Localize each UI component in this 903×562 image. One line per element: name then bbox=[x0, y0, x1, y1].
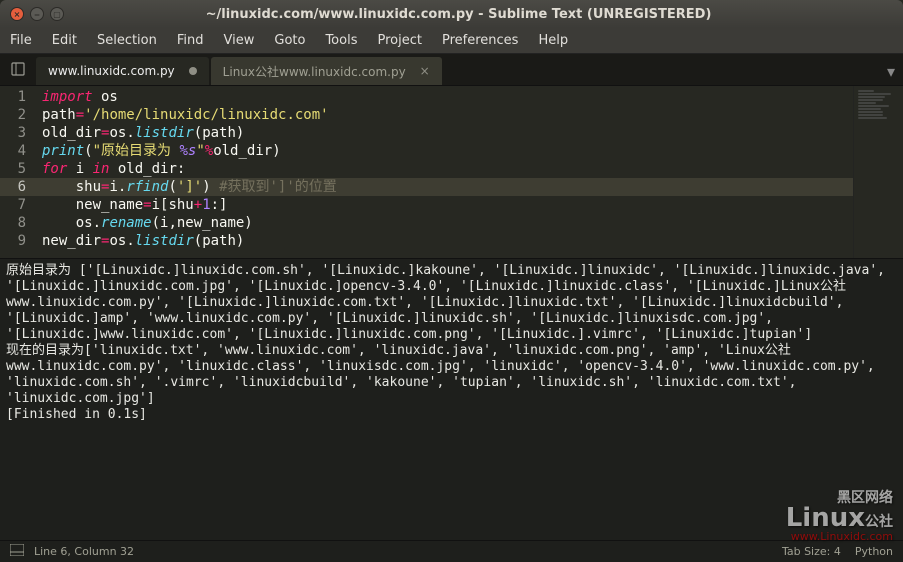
close-window-button[interactable]: × bbox=[10, 7, 24, 21]
tab-1[interactable]: Linux公社www.linuxidc.com.py × bbox=[211, 57, 442, 85]
menu-project[interactable]: Project bbox=[367, 33, 431, 48]
code-line[interactable]: new_name=i[shu+1:] bbox=[36, 196, 853, 214]
code-line[interactable]: new_dir=os.listdir(path) bbox=[36, 232, 853, 250]
menu-tools[interactable]: Tools bbox=[315, 33, 367, 48]
minimize-window-button[interactable]: ‒ bbox=[30, 7, 44, 21]
menubar: FileEditSelectionFindViewGotoToolsProjec… bbox=[0, 28, 903, 54]
code-line[interactable]: for i in old_dir: bbox=[36, 160, 853, 178]
code-line[interactable]: import os bbox=[36, 88, 853, 106]
window-title: ~/linuxidc.com/www.linuxidc.com.py - Sub… bbox=[74, 7, 903, 22]
code-area[interactable]: import ospath='/home/linuxidc/linuxidc.c… bbox=[36, 86, 853, 258]
menu-find[interactable]: Find bbox=[167, 33, 214, 48]
line-number-gutter: 123456789 bbox=[0, 86, 36, 258]
dirty-indicator-icon bbox=[189, 67, 197, 75]
menu-edit[interactable]: Edit bbox=[42, 33, 87, 48]
code-line[interactable]: old_dir=os.listdir(path) bbox=[36, 124, 853, 142]
menu-preferences[interactable]: Preferences bbox=[432, 33, 528, 48]
minimap[interactable] bbox=[853, 86, 903, 258]
code-line[interactable]: print("原始目录为 %s"%old_dir) bbox=[36, 142, 853, 160]
editor[interactable]: 123456789 import ospath='/home/linuxidc/… bbox=[0, 86, 903, 258]
close-tab-icon[interactable]: × bbox=[420, 64, 430, 78]
window-controls: × ‒ ▢ bbox=[0, 7, 74, 21]
menu-goto[interactable]: Goto bbox=[264, 33, 315, 48]
code-line[interactable]: os.rename(i,new_name) bbox=[36, 214, 853, 232]
menu-view[interactable]: View bbox=[214, 33, 265, 48]
tab-bar: www.linuxidc.com.py Linux公社www.linuxidc.c… bbox=[0, 54, 903, 86]
status-bar: Line 6, Column 32 Tab Size: 4 Python bbox=[0, 540, 903, 562]
sidebar-toggle-icon[interactable] bbox=[0, 53, 36, 85]
tab-0[interactable]: www.linuxidc.com.py bbox=[36, 57, 209, 85]
titlebar: × ‒ ▢ ~/linuxidc.com/www.linuxidc.com.py… bbox=[0, 0, 903, 28]
menu-help[interactable]: Help bbox=[528, 33, 578, 48]
syntax-setting[interactable]: Python bbox=[855, 545, 893, 558]
code-line[interactable]: path='/home/linuxidc/linuxidc.com' bbox=[36, 106, 853, 124]
menu-file[interactable]: File bbox=[0, 33, 42, 48]
cursor-position[interactable]: Line 6, Column 32 bbox=[34, 545, 134, 558]
menu-selection[interactable]: Selection bbox=[87, 33, 167, 48]
code-line[interactable]: shu=i.rfind(']') #获取到']'的位置 bbox=[36, 178, 853, 196]
tab-label: Linux公社www.linuxidc.com.py bbox=[223, 63, 406, 80]
panel-switcher-icon[interactable] bbox=[10, 544, 24, 559]
build-output-panel[interactable]: 原始目录为 ['[Linuxidc.]linuxidc.com.sh', '[L… bbox=[0, 258, 903, 540]
maximize-window-button[interactable]: ▢ bbox=[50, 7, 64, 21]
tab-label: www.linuxidc.com.py bbox=[48, 64, 175, 78]
indent-setting[interactable]: Tab Size: 4 bbox=[782, 545, 841, 558]
tab-overflow-icon[interactable]: ▾ bbox=[887, 62, 895, 81]
